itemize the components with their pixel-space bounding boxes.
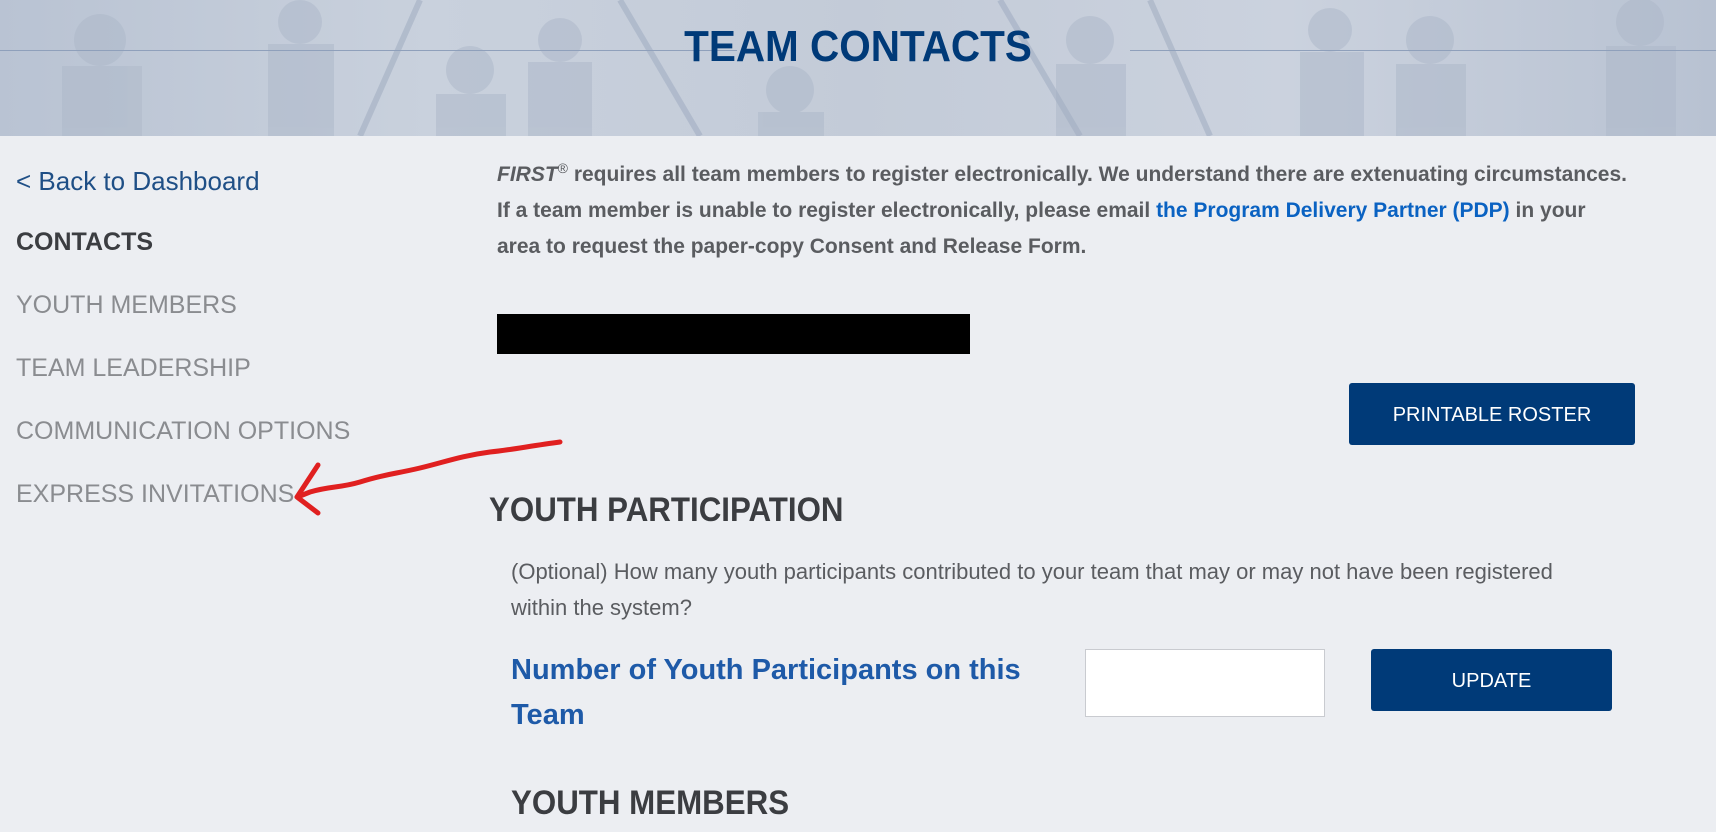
youth-participants-input[interactable] — [1085, 649, 1325, 717]
registration-notice: FIRST® requires all team members to regi… — [497, 150, 1627, 265]
sidebar-item-communication-options[interactable]: COMMUNICATION OPTIONS — [16, 417, 350, 446]
youth-participants-label: Number of Youth Participants on this Tea… — [511, 654, 1021, 731]
printable-roster-button[interactable]: PRINTABLE ROSTER — [1349, 383, 1635, 445]
page: TEAM CONTACTS < Back to Dashboard CONTAC… — [0, 0, 1716, 832]
youth-participation-heading: YOUTH PARTICIPATION — [489, 491, 844, 529]
sidebar-item-express-invitations[interactable]: EXPRESS INVITATIONS — [16, 480, 294, 509]
registered-mark: ® — [557, 160, 568, 176]
back-to-dashboard-link[interactable]: < Back to Dashboard — [16, 166, 260, 197]
sidebar-item-contacts[interactable]: CONTACTS — [16, 228, 153, 257]
youth-members-heading: YOUTH MEMBERS — [511, 784, 790, 822]
youth-participation-description: (Optional) How many youth participants c… — [511, 559, 1553, 620]
redacted-block — [497, 314, 970, 354]
page-title: TEAM CONTACTS — [684, 22, 1032, 71]
first-brand: FIRST — [497, 163, 558, 186]
sidebar-item-team-leadership[interactable]: TEAM LEADERSHIP — [16, 354, 251, 383]
header-banner: TEAM CONTACTS — [0, 0, 1716, 136]
update-button[interactable]: UPDATE — [1371, 649, 1612, 711]
sidebar-item-youth-members[interactable]: YOUTH MEMBERS — [16, 291, 237, 320]
pdp-email-link[interactable]: the Program Delivery Partner (PDP) — [1156, 199, 1510, 222]
